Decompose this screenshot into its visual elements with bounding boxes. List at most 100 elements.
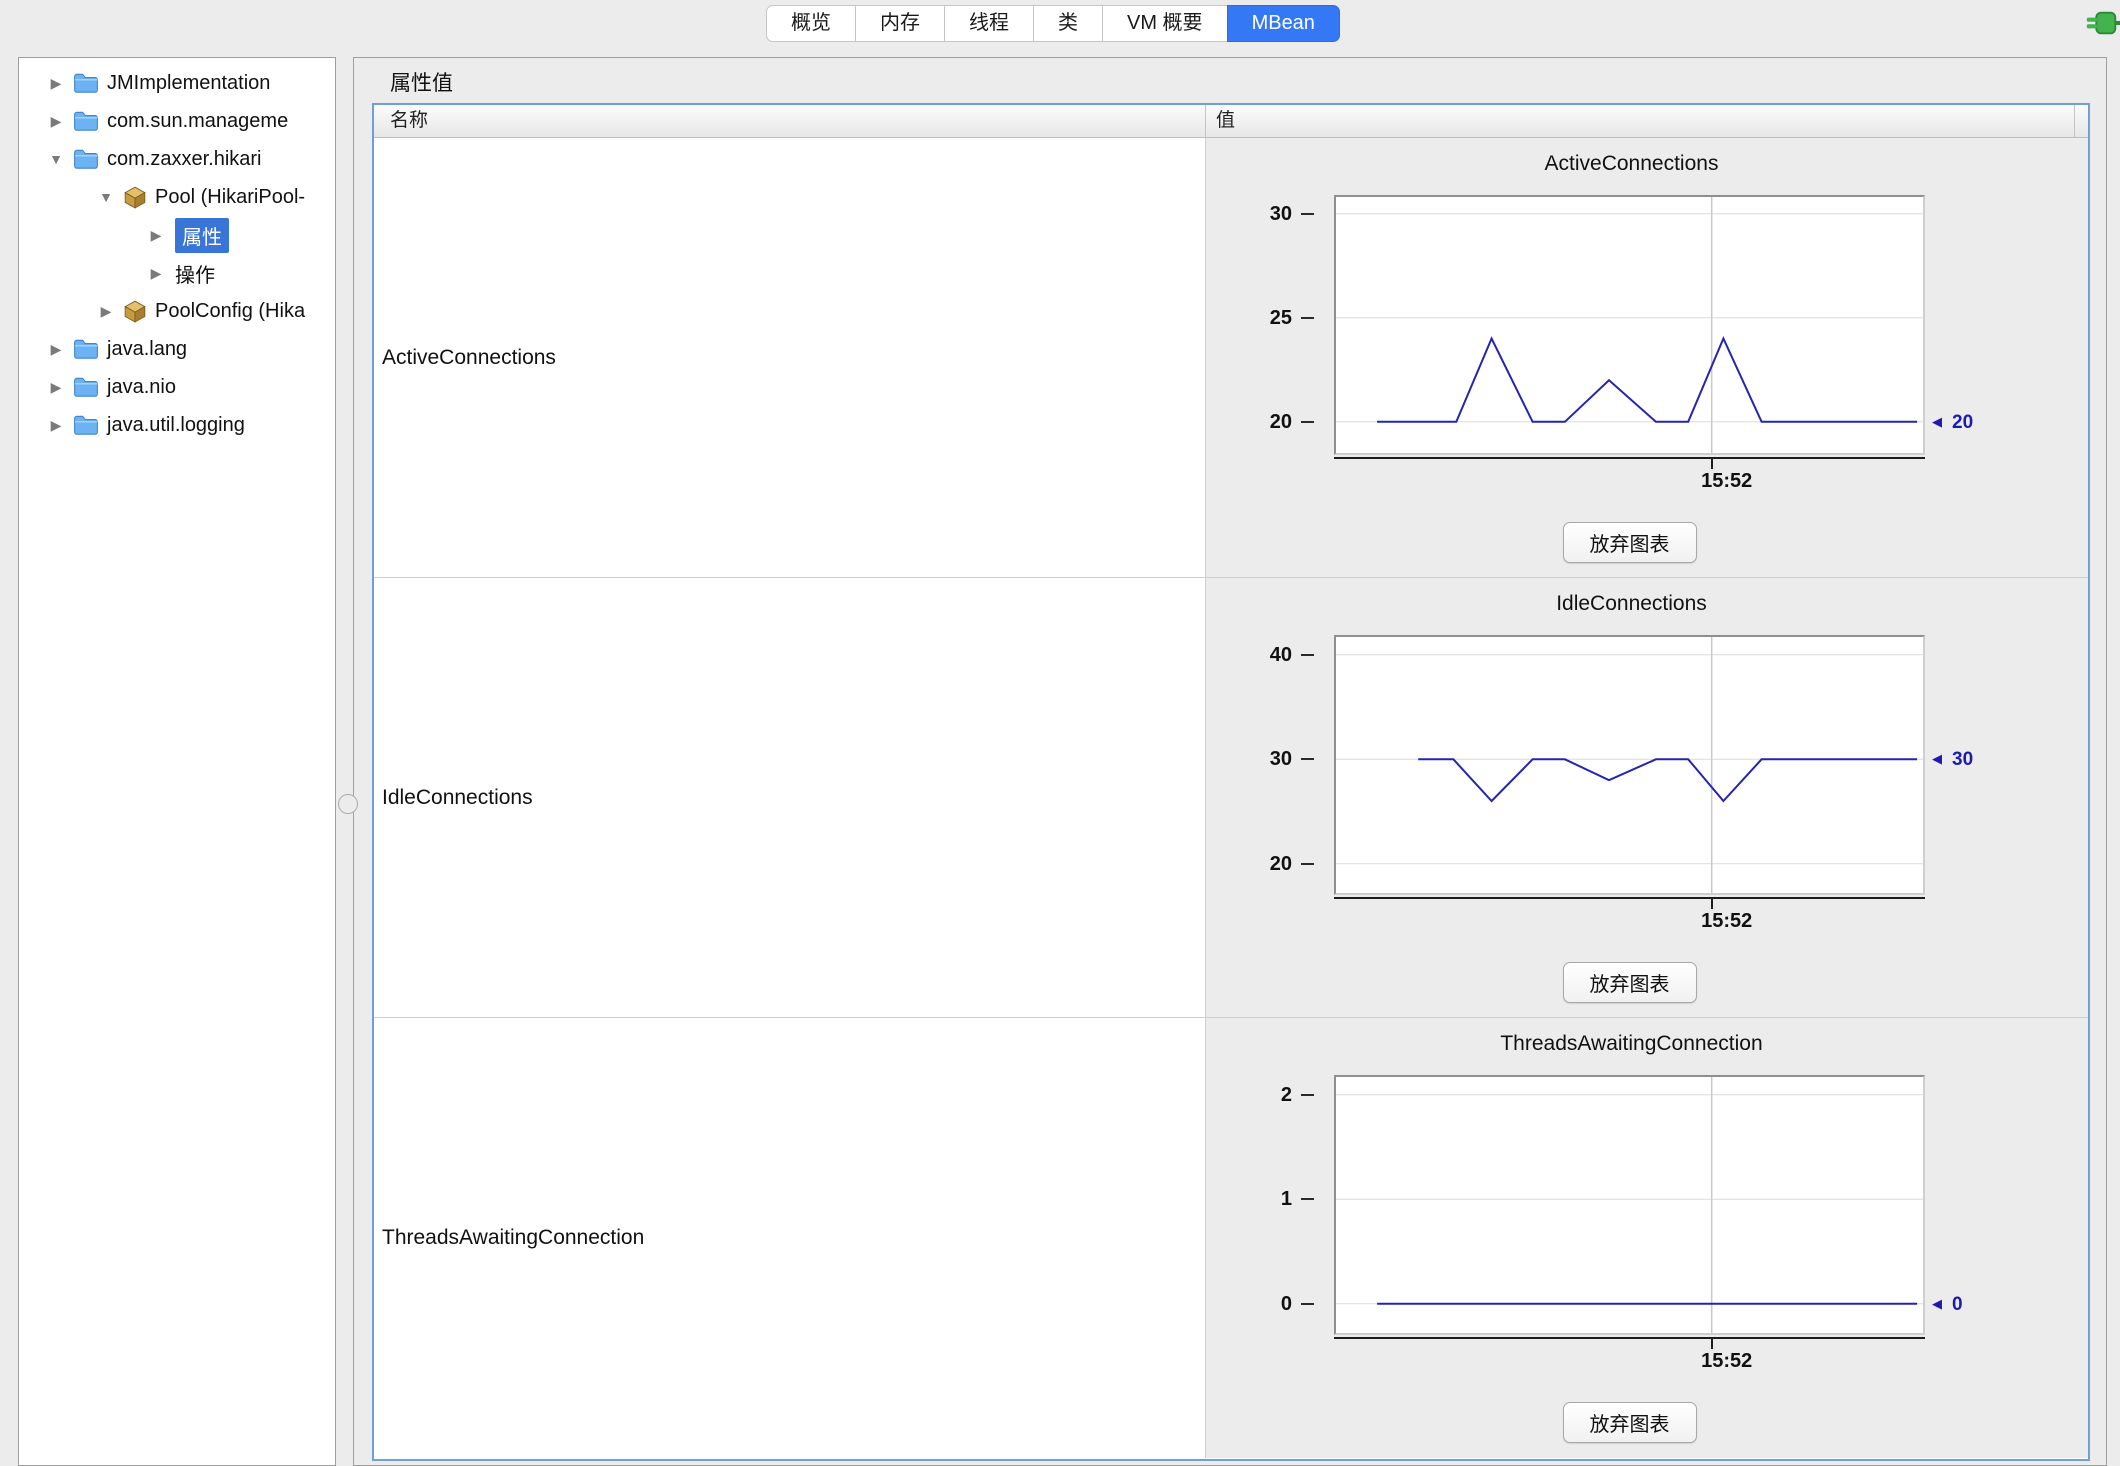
y-axis-tick-mark — [1301, 213, 1314, 215]
discard-chart-button[interactable]: 放弃图表 — [1563, 962, 1697, 1003]
y-axis-tick-mark — [1301, 1303, 1314, 1305]
disclosure-collapsed-icon[interactable]: ▶ — [45, 379, 67, 396]
disclosure-collapsed-icon[interactable]: ▶ — [45, 417, 67, 434]
x-axis-tick-mark — [1711, 1339, 1713, 1349]
attribute-name-cell[interactable]: ActiveConnections — [374, 138, 1206, 577]
panel-title: 属性值 — [390, 67, 453, 97]
attribute-row-activeconnections[interactable]: ActiveConnectionsActiveConnections302520… — [374, 138, 2088, 578]
chart-title: ThreadsAwaitingConnection — [1336, 1032, 1927, 1056]
chart-x-axis: 15:52 — [1334, 457, 1925, 517]
y-axis-tick-label: 20 — [1206, 851, 1292, 877]
disclosure-collapsed-icon[interactable]: ▶ — [145, 227, 167, 244]
y-axis-tick-label: 30 — [1206, 201, 1292, 227]
tree-item-java-lang[interactable]: ▶ java.lang — [19, 330, 335, 368]
x-axis-line — [1334, 897, 1925, 899]
y-axis-tick-mark — [1301, 863, 1314, 865]
discard-chart-button[interactable]: 放弃图表 — [1563, 1402, 1697, 1443]
tree-item-[interactable]: ▶属性 — [19, 216, 335, 254]
current-value-marker: ◀0 — [1932, 1292, 1963, 1317]
x-axis-tick-mark — [1711, 459, 1713, 469]
disclosure-expanded-icon[interactable]: ▼ — [95, 189, 117, 205]
current-value-text: 30 — [1952, 749, 1973, 770]
disclosure-collapsed-icon[interactable]: ▶ — [145, 265, 167, 282]
attribute-table-header: 名称 值 — [374, 105, 2088, 138]
tree-item-label: PoolConfig (Hika — [155, 300, 305, 323]
tree-item-poolconfig-hika[interactable]: ▶ PoolConfig (Hika — [19, 292, 335, 330]
folder-icon — [73, 338, 99, 360]
disclosure-expanded-icon[interactable]: ▼ — [45, 151, 67, 167]
disclosure-collapsed-icon[interactable]: ▶ — [95, 303, 117, 320]
y-axis-tick-label: 20 — [1206, 409, 1292, 435]
split-pane-divider[interactable] — [338, 794, 358, 814]
attribute-name-label: ActiveConnections — [382, 346, 556, 370]
tree-item-com-zaxxer-hikari[interactable]: ▼com.zaxxer.hikari — [19, 140, 335, 178]
attribute-name-cell[interactable]: IdleConnections — [374, 578, 1206, 1017]
tree-item-label: JMImplementation — [107, 72, 270, 95]
disclosure-collapsed-icon[interactable]: ▶ — [45, 113, 67, 130]
folder-icon — [73, 72, 99, 94]
x-axis-tick-label: 15:52 — [1657, 910, 1797, 933]
attribute-name-cell[interactable]: ThreadsAwaitingConnection — [374, 1018, 1206, 1458]
y-axis-tick-mark — [1301, 1198, 1314, 1200]
mbean-icon — [123, 299, 147, 323]
current-value-text: 0 — [1952, 1294, 1963, 1315]
attribute-value-cell: ActiveConnections302520◀2015:52放弃图表 — [1206, 138, 2088, 577]
x-axis-tick-mark — [1711, 899, 1713, 909]
discard-chart-button-row: 放弃图表 — [1334, 962, 1925, 1003]
y-axis-tick-label: 2 — [1206, 1082, 1292, 1108]
attribute-name-label: ThreadsAwaitingConnection — [382, 1226, 644, 1250]
chart-title: IdleConnections — [1336, 592, 1927, 616]
tree-item-[interactable]: ▶ 操作 — [19, 254, 335, 292]
tab-mbean[interactable]: MBean — [1227, 5, 1340, 42]
tree-item-com-sun-manageme[interactable]: ▶ com.sun.manageme — [19, 102, 335, 140]
attribute-value-cell: ThreadsAwaitingConnection 2 1 0◀0 15:52 放弃图表 — [1206, 1018, 2088, 1458]
x-axis-line — [1334, 457, 1925, 459]
y-axis-tick-label: 40 — [1206, 642, 1292, 668]
chart-area: 302520◀20 — [1206, 195, 2088, 455]
disclosure-collapsed-icon[interactable]: ▶ — [45, 341, 67, 358]
folder-icon — [73, 414, 99, 436]
chart-x-axis: 15:52 — [1334, 1337, 1925, 1397]
attribute-value-cell: IdleConnections 40 30 20 ◀30 15:52 放弃图表 — [1206, 578, 2088, 1017]
column-header-value[interactable]: 值 — [1206, 105, 2074, 137]
tab-vm-概要[interactable]: VM 概要 — [1102, 5, 1228, 42]
discard-chart-button[interactable]: 放弃图表 — [1563, 522, 1697, 563]
tree-item-label: java.util.logging — [107, 414, 245, 437]
current-value-arrow-icon: ◀ — [1932, 1296, 1942, 1311]
tree-item-java-util-logging[interactable]: ▶ java.util.logging — [19, 406, 335, 444]
attribute-row-threadsawaitingconnection[interactable]: ThreadsAwaitingConnectionThreadsAwaiting… — [374, 1018, 2088, 1458]
y-axis-tick-mark — [1301, 1094, 1314, 1096]
y-axis-tick-label: 30 — [1206, 746, 1292, 772]
chart-area: 2 1 0◀0 — [1206, 1075, 2088, 1335]
chart-plot — [1334, 635, 1925, 895]
tree-item-label: 操作 — [175, 259, 215, 288]
disclosure-collapsed-icon[interactable]: ▶ — [45, 75, 67, 92]
discard-chart-button-row: 放弃图表 — [1334, 522, 1925, 563]
current-value-text: 20 — [1952, 412, 1973, 433]
tab-类[interactable]: 类 — [1033, 5, 1103, 42]
tree-item-label: com.sun.manageme — [107, 110, 288, 133]
y-axis-tick-mark — [1301, 654, 1314, 656]
folder-icon — [73, 148, 99, 170]
connection-status-plug-icon — [2086, 4, 2120, 47]
y-axis-tick-mark — [1301, 758, 1314, 760]
tree-item-label: java.lang — [107, 338, 187, 361]
tree-item-pool-hikaripool[interactable]: ▼ Pool (HikariPool- — [19, 178, 335, 216]
tree-item-jmimplementation[interactable]: ▶ JMImplementation — [19, 64, 335, 102]
tab-概览[interactable]: 概览 — [766, 5, 856, 42]
column-header-filler — [2074, 105, 2088, 137]
tree-item-java-nio[interactable]: ▶java.nio — [19, 368, 335, 406]
attribute-table: 名称 值 ActiveConnectionsActiveConnections3… — [372, 103, 2090, 1461]
y-axis-tick-label: 1 — [1206, 1186, 1292, 1212]
tab-线程[interactable]: 线程 — [944, 5, 1034, 42]
x-axis-tick-label: 15:52 — [1657, 1350, 1797, 1373]
chart-plot — [1334, 1075, 1925, 1335]
mbean-tree[interactable]: ▶ JMImplementation ▶ com.sun.manageme ▼com.z… — [18, 57, 336, 1466]
current-value-arrow-icon: ◀ — [1932, 414, 1942, 429]
current-value-marker: ◀ 20 — [1932, 410, 1973, 435]
current-value-marker: ◀30 — [1932, 747, 1973, 772]
tree-item-label: Pool (HikariPool- — [155, 186, 305, 209]
column-header-name[interactable]: 名称 — [374, 105, 1206, 137]
attribute-row-idleconnections[interactable]: IdleConnectionsIdleConnections403020◀301… — [374, 578, 2088, 1018]
tab-内存[interactable]: 内存 — [855, 5, 945, 42]
